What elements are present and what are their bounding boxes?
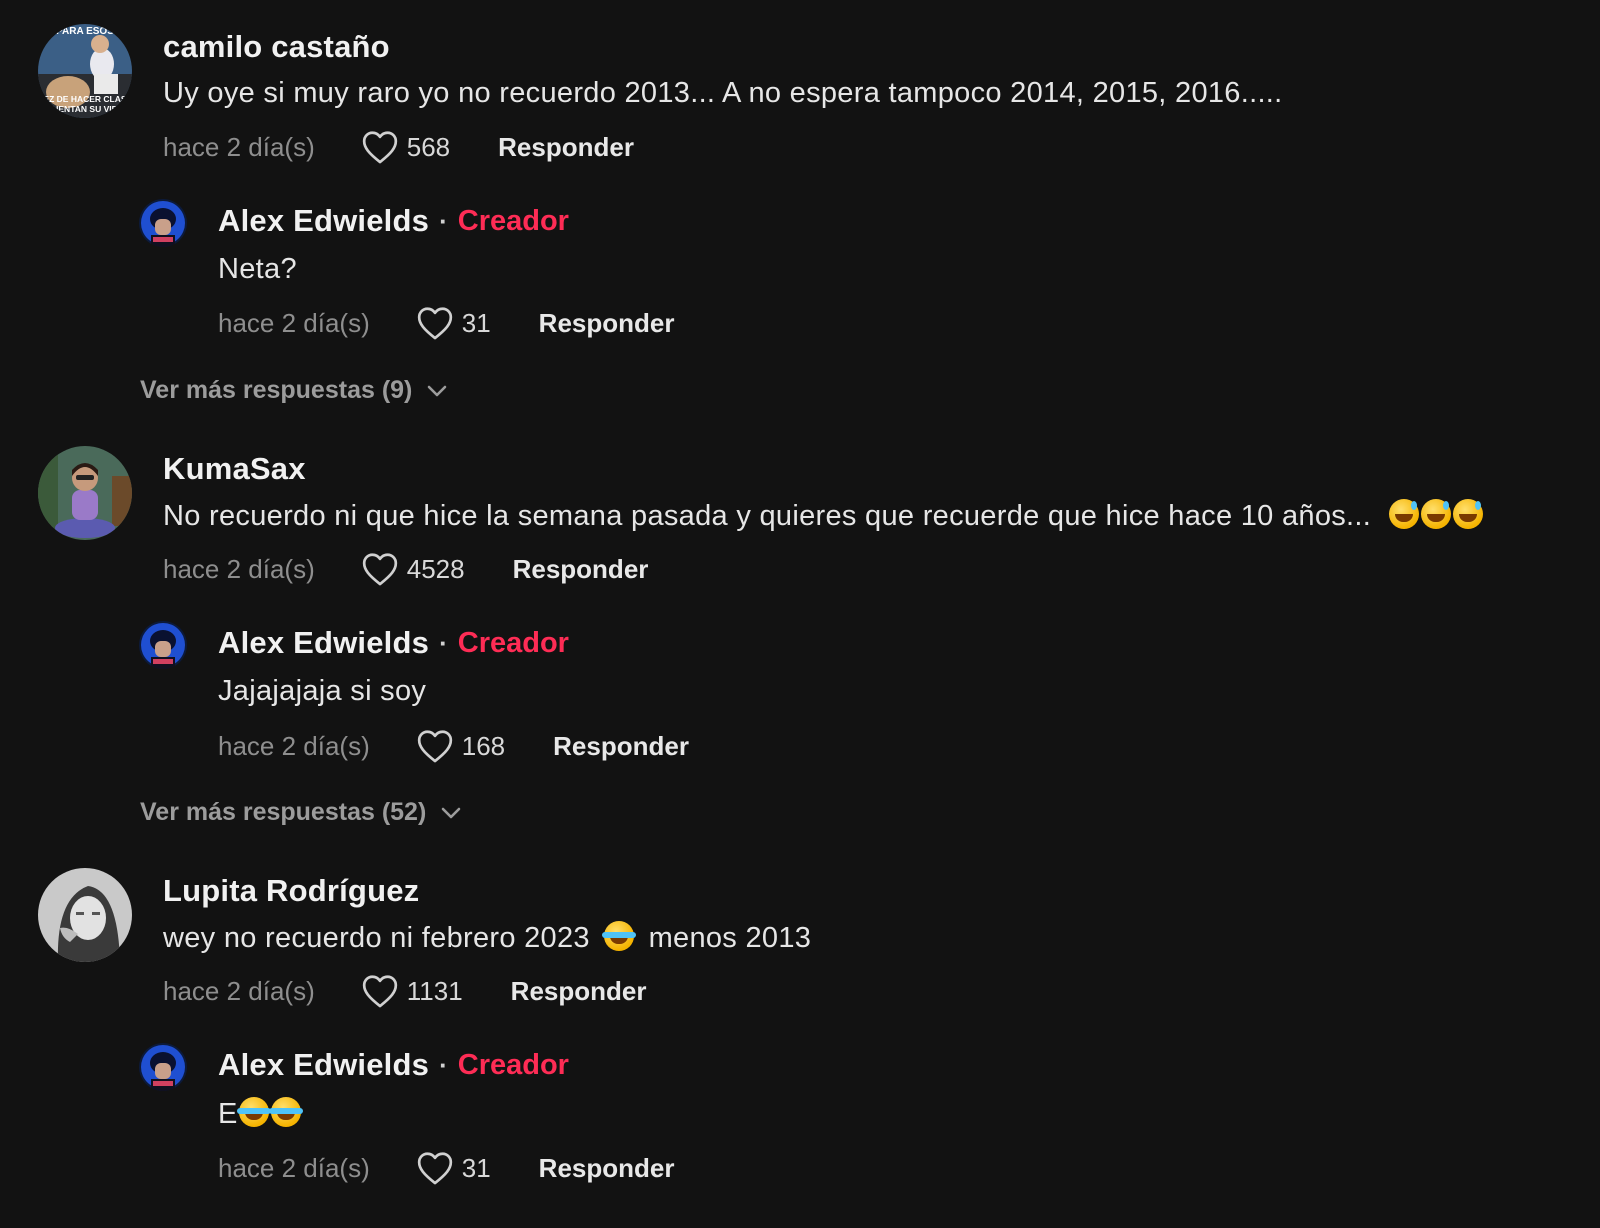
avatar-caption-bottom-2: CUENTAN SU VIDA [46,104,124,114]
username[interactable]: camilo castaño [163,29,390,65]
heart-icon [416,728,454,764]
separator-dot: · [439,627,448,658]
creator-avatar-image [139,1043,187,1091]
creator-avatar[interactable] [139,199,187,247]
chevron-down-icon [426,384,448,398]
timestamp: hace 2 día(s) [218,307,370,338]
view-more-replies-label: Ver más respuestas (52) [140,798,427,826]
creator-avatar[interactable] [139,621,187,669]
creator-avatar[interactable] [139,1043,187,1091]
comment-meta: hace 2 día(s) 1131 Responder [163,971,646,1011]
portrait-avatar-image [38,868,132,962]
creator-badge: Creador [457,204,569,237]
timestamp: hace 2 día(s) [163,553,315,584]
creator-reply-header: Alex Edwields · Creador [218,203,569,239]
like-button[interactable]: 1131 [361,973,463,1009]
like-count: 168 [461,730,506,761]
comment-text-body: No recuerdo ni que hice la semana pasada… [163,500,1372,532]
timestamp: hace 2 día(s) [218,730,370,761]
like-count: 4528 [406,553,465,584]
avatar[interactable] [38,868,132,962]
reply-text: E [218,1097,303,1131]
chevron-down-icon [440,806,462,820]
reply-text: Neta? [218,253,297,285]
creator-badge: Creador [457,1048,569,1081]
like-button[interactable]: 31 [416,305,491,341]
comment-meta: hace 2 día(s) 568 Responder [163,127,634,167]
avatar[interactable] [38,446,132,540]
like-button[interactable]: 168 [416,728,505,764]
username[interactable]: KumaSax [163,451,306,487]
tears-of-joy-emoji-icon [268,1097,303,1127]
creator-username[interactable]: Alex Edwields [218,1047,429,1083]
like-count: 568 [406,131,451,162]
timestamp: hace 2 día(s) [218,1152,370,1183]
tears-of-joy-emoji-icon [236,1097,271,1127]
reply-text-body: E [218,1098,238,1130]
like-count: 1131 [406,975,463,1006]
reply-meta: hace 2 día(s) 31 Responder [218,1148,674,1188]
grinning-sweat-emoji-icon [1453,499,1484,529]
creator-username[interactable]: Alex Edwields [218,625,429,661]
reply-meta: hace 2 día(s) 168 Responder [218,726,689,766]
reply-meta: hace 2 día(s) 31 Responder [218,303,674,343]
separator-dot: · [439,1049,448,1080]
comment-text-body-end: menos 2013 [648,922,812,954]
avatar-caption-top: PARA ESOS [56,26,114,37]
meme-avatar-image: PARA ESOS VEZ DE HACER CLASE CUENTAN SU … [38,24,132,118]
reply-button[interactable]: Responder [513,554,649,585]
like-count: 31 [461,1152,491,1183]
view-more-replies-label: Ver más respuestas (9) [140,376,413,404]
separator-dot: · [439,205,448,236]
view-more-replies-button[interactable]: Ver más respuestas (9) [140,376,448,405]
heart-icon [361,973,399,1009]
creator-badge: Creador [457,626,569,659]
like-count: 31 [461,307,491,338]
reply-button[interactable]: Responder [553,731,689,762]
creator-avatar-image [139,199,187,247]
creator-reply-header: Alex Edwields · Creador [218,625,569,661]
like-button[interactable]: 31 [416,1150,491,1186]
comment-text: wey no recuerdo ni febrero 2023 menos 20… [163,921,811,955]
comment-text-body: wey no recuerdo ni febrero 2023 [163,922,590,954]
like-button[interactable]: 4528 [361,551,465,587]
timestamp: hace 2 día(s) [163,975,315,1006]
comment-meta: hace 2 día(s) 4528 Responder [163,549,648,589]
comment-text: No recuerdo ni que hice la semana pasada… [163,499,1484,533]
grinning-sweat-emoji-icon [1421,499,1452,529]
avatar[interactable]: PARA ESOS VEZ DE HACER CLASE CUENTAN SU … [38,24,132,118]
creator-avatar-image [139,621,187,669]
like-button[interactable]: 568 [361,129,450,165]
heart-icon [416,305,454,341]
timestamp: hace 2 día(s) [163,131,315,162]
heart-icon [361,551,399,587]
comments-panel: PARA ESOS VEZ DE HACER CLASE CUENTAN SU … [0,0,1600,1228]
reply-text: Jajajajaja si soy [218,675,427,707]
reply-button[interactable]: Responder [511,976,647,1007]
cartoon-avatar-image [38,446,132,540]
username[interactable]: Lupita Rodríguez [163,873,419,909]
heart-icon [416,1150,454,1186]
reply-button[interactable]: Responder [498,132,634,163]
reply-button[interactable]: Responder [539,1153,675,1184]
heart-icon [361,129,399,165]
creator-username[interactable]: Alex Edwields [218,203,429,239]
creator-reply-header: Alex Edwields · Creador [218,1047,569,1083]
comment-text: Uy oye si muy raro yo no recuerdo 2013..… [163,77,1283,109]
grinning-sweat-emoji-icon [1389,499,1420,529]
reply-button[interactable]: Responder [539,308,675,339]
tears-of-joy-emoji-icon [602,921,637,951]
view-more-replies-button[interactable]: Ver más respuestas (52) [140,798,462,827]
avatar-caption-bottom-1: VEZ DE HACER CLASE [38,94,132,104]
